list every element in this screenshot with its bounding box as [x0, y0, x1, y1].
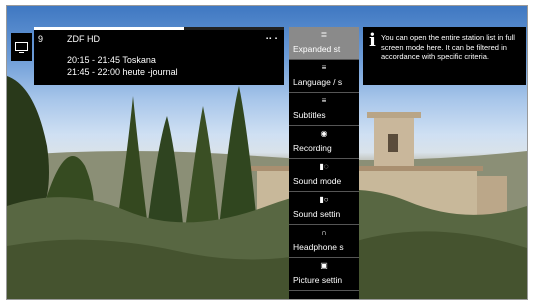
menu-item-label: Headphone s	[293, 242, 344, 252]
menu-item-subtitles[interactable]: ≡ Subtitles	[289, 93, 359, 126]
tv-screen: 9 ZDF HD ▪▪ ▪ 20:15 - 21:45 Toskana 21:4…	[6, 5, 528, 300]
options-menu: ≣ Expanded st ≡ Language / s ≡ Subtitles…	[289, 27, 359, 299]
channel-name: ZDF HD	[67, 34, 100, 44]
tv-glyph-icon	[15, 41, 28, 53]
speaker-settings-icon: ▮○	[319, 195, 329, 204]
menu-item-label: Recording	[293, 143, 332, 153]
menu-item-recording[interactable]: ◉ Recording	[289, 126, 359, 159]
programme-progress-fill	[34, 27, 184, 30]
menu-item-label: Sound mode	[293, 176, 342, 186]
menu-item-sound-settings[interactable]: ▮○ Sound settin	[289, 192, 359, 225]
menu-item-label: Subtitles	[293, 110, 326, 120]
channel-number: 9	[38, 34, 44, 44]
programme-current: 20:15 - 21:45 Toskana	[67, 55, 156, 65]
channel-badges-icon: ▪▪ ▪	[265, 36, 278, 42]
menu-item-label: Language / s	[293, 77, 343, 87]
menu-item-headphone-settings[interactable]: ∩ Headphone s	[289, 225, 359, 258]
menu-item-label: Picture settin	[293, 275, 343, 285]
tooltip-text: You can open the entire station list in …	[381, 33, 515, 61]
info-icon: i	[369, 30, 376, 51]
menu-item-label: Expanded st	[293, 44, 341, 54]
menu-item-label: Sound settin	[293, 209, 341, 219]
tv-icon[interactable]	[11, 33, 32, 61]
subtitles-icon: ≡	[321, 96, 327, 105]
help-tooltip: i You can open the entire station list i…	[363, 27, 526, 85]
tv-frame: 9 ZDF HD ▪▪ ▪ 20:15 - 21:45 Toskana 21:4…	[0, 0, 535, 303]
programme-next: 21:45 - 22:00 heute -journal	[67, 67, 178, 77]
picture-icon: ▣	[320, 261, 328, 270]
menu-item-expanded-station-list[interactable]: ≣ Expanded st	[289, 27, 359, 60]
language-icon: ≡	[321, 63, 327, 72]
programme-progress-bar	[34, 27, 284, 30]
record-icon: ◉	[320, 129, 328, 138]
menu-item-sound-mode[interactable]: ▮◌ Sound mode	[289, 159, 359, 192]
menu-item-picture-settings[interactable]: ▣ Picture settin	[289, 258, 359, 291]
list-icon: ≣	[320, 30, 328, 39]
headphone-icon: ∩	[321, 228, 327, 237]
menu-item-language[interactable]: ≡ Language / s	[289, 60, 359, 93]
channel-info-bar: 9 ZDF HD ▪▪ ▪ 20:15 - 21:45 Toskana 21:4…	[34, 27, 284, 85]
speaker-icon: ▮◌	[319, 162, 329, 171]
